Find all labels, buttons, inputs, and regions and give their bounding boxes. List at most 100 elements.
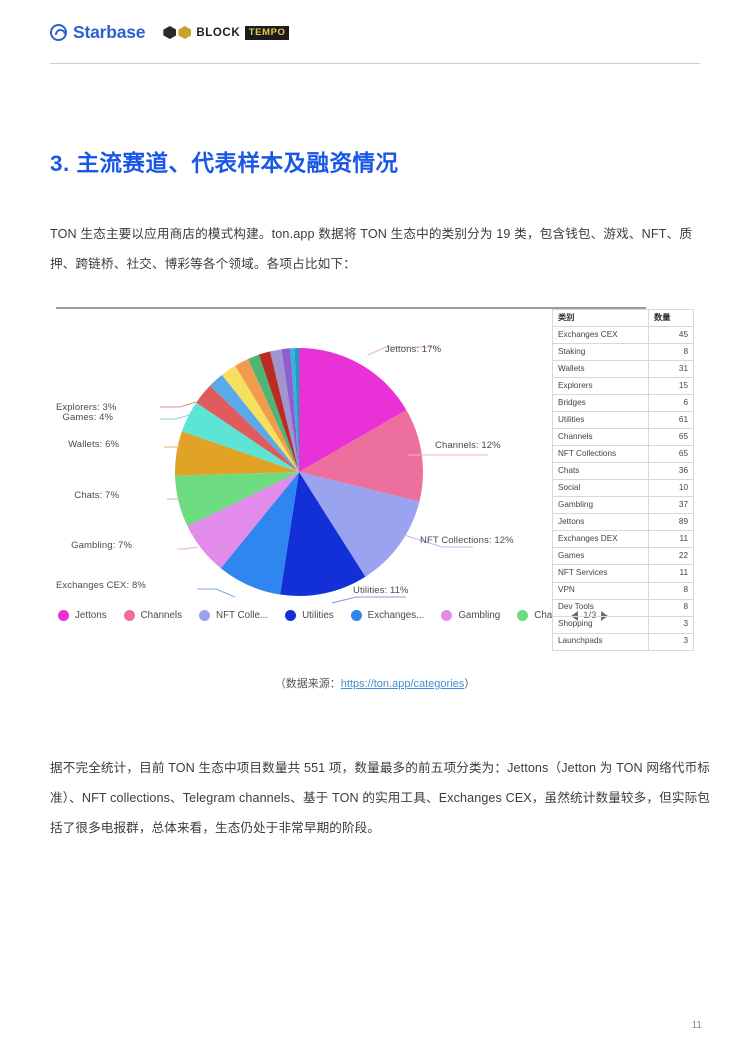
table-cell-category: Gambling <box>552 496 649 515</box>
table-cell-count: 8 <box>648 581 694 600</box>
chart-legend[interactable]: Jettons Channels NFT Colle... Utilities Exch… <box>58 610 609 621</box>
table-cell-count: 22 <box>648 547 694 566</box>
blocktempo-glyphs-icon <box>163 26 192 39</box>
table-cell-category: NFT Services <box>552 564 649 583</box>
legend-item[interactable]: Utilities <box>285 610 334 621</box>
table-cell-category: Social <box>552 479 649 498</box>
pie-callout-label: Utilities: 11% <box>353 585 409 596</box>
legend-item[interactable]: Jettons <box>58 610 107 621</box>
pie-callout-label: Jettons: 17% <box>385 344 442 355</box>
legend-label: Cha <box>534 610 553 621</box>
table-cell-count: 65 <box>648 428 694 447</box>
legend-label: Exchanges... <box>367 610 425 621</box>
table-cell-count: 8 <box>648 598 694 617</box>
table-cell-category: Jettons <box>552 513 649 532</box>
legend-label: Gambling <box>458 610 501 621</box>
source-prefix: （数据来源： <box>274 678 341 690</box>
table-row: Gambling 37 <box>552 496 694 515</box>
table-cell-category: Staking <box>552 343 649 362</box>
legend-item[interactable]: Gambling <box>441 610 500 621</box>
page-number: 11 <box>691 1020 702 1031</box>
table-row: Chats 36 <box>552 462 694 481</box>
legend-color-dot-icon <box>58 610 69 621</box>
table-cell-count: 10 <box>648 479 694 498</box>
table-row: NFT Services 11 <box>552 564 694 583</box>
table-cell-count: 11 <box>648 530 694 549</box>
legend-color-dot-icon <box>517 610 529 621</box>
legend-color-dot-icon <box>441 610 453 621</box>
table-cell-count: 15 <box>648 377 694 396</box>
legend-item[interactable]: Cha <box>517 610 552 621</box>
table-row: Jettons 89 <box>552 513 694 532</box>
table-cell-count: 3 <box>648 632 694 651</box>
table-cell-category: Channels <box>552 428 649 447</box>
table-cell-category: VPN <box>552 581 649 600</box>
table-cell-count: 3 <box>648 615 694 634</box>
starbase-logo: Starbase <box>50 22 146 43</box>
legend-color-dot-icon <box>285 610 297 621</box>
table-row: NFT Collections 65 <box>552 445 694 464</box>
table-cell-category: Bridges <box>552 394 649 413</box>
legend-label: NFT Colle... <box>216 610 269 621</box>
table-row: Exchanges DEX 11 <box>552 530 694 549</box>
starbase-wordmark: Starbase <box>73 22 146 42</box>
table-cell-count: 8 <box>648 343 694 362</box>
source-link[interactable]: https://ton.app/categories <box>341 678 465 690</box>
table-header-count: 数量 <box>648 308 694 328</box>
blocktempo-block-text: BLOCK <box>196 26 241 39</box>
table-cell-count: 65 <box>648 445 694 464</box>
legend-color-dot-icon <box>123 610 135 621</box>
pie-chart-svg <box>174 348 424 596</box>
table-cell-count: 61 <box>648 411 694 430</box>
legend-item[interactable]: NFT Colle... <box>199 610 268 621</box>
table-cell-category: Dev Tools <box>552 598 649 617</box>
legend-label: Channels <box>140 610 182 621</box>
table-row: Exchanges CEX 45 <box>552 326 694 345</box>
table-row: Wallets 31 <box>552 360 694 379</box>
table-row: Staking 8 <box>552 343 694 362</box>
source-caption: （数据来源：https://ton.app/categories） <box>0 675 750 691</box>
page-title: 3. 主流赛道、代表样本及融资情况 <box>50 151 399 177</box>
legend-item[interactable]: Channels <box>123 610 182 621</box>
table-cell-category: Chats <box>552 462 649 481</box>
table-header-row: 类别 数量 <box>552 308 694 328</box>
legend-color-dot-icon <box>199 610 210 621</box>
source-suffix: ） <box>464 678 476 690</box>
starbase-mark-icon <box>50 24 67 41</box>
legend-color-dot-icon <box>350 610 362 621</box>
pie-callout-label: Explorers: 3% <box>56 402 117 413</box>
legend-label: Utilities <box>302 610 334 621</box>
table-row: Launchpads 3 <box>552 632 694 651</box>
pie-callout-label: Exchanges CEX: 8% <box>56 580 146 591</box>
table-cell-category: Launchpads <box>552 632 649 651</box>
table-row: Dev Tools 8 <box>552 598 694 617</box>
table-cell-category: Explorers <box>552 377 649 396</box>
table-cell-count: 36 <box>648 462 694 481</box>
table-cell-category: Shopping <box>552 615 649 634</box>
table-row: Utilities 61 <box>552 411 694 430</box>
legend-label: Jettons <box>75 610 107 621</box>
table-cell-category: NFT Collections <box>552 445 649 464</box>
pie-callout-label: Gambling: 7% <box>71 540 132 551</box>
closing-paragraph: 据不完全统计，目前 TON 生态中项目数量共 551 项，数量最多的前五项分类为… <box>50 760 710 835</box>
page-header: Starbase BLOCK TEMPO <box>0 0 750 66</box>
table-row: VPN 8 <box>552 581 694 600</box>
table-row: Explorers 15 <box>552 377 694 396</box>
table-row: Social 10 <box>552 479 694 498</box>
table-cell-count: 31 <box>648 360 694 379</box>
table-cell-category: Utilities <box>552 411 649 430</box>
legend-item[interactable]: Exchanges... <box>350 610 425 621</box>
pie-callout-label: NFT Collections: 12% <box>420 535 514 546</box>
table-cell-count: 89 <box>648 513 694 532</box>
header-divider <box>50 63 700 64</box>
category-count-table: 类别 数量 Exchanges CEX 45 Staking 8 Wallets 31 Ex… <box>552 308 694 651</box>
pie-chart <box>174 347 424 597</box>
table-cell-count: 45 <box>648 326 694 345</box>
table-cell-count: 6 <box>648 394 694 413</box>
table-cell-category: Games <box>552 547 649 566</box>
table-row: Games 22 <box>552 547 694 566</box>
blocktempo-tempo-text: TEMPO <box>245 25 290 40</box>
pie-callout-label: Games: 4% <box>62 412 113 423</box>
table-cell-category: Wallets <box>552 360 649 379</box>
table-row: Bridges 6 <box>552 394 694 413</box>
